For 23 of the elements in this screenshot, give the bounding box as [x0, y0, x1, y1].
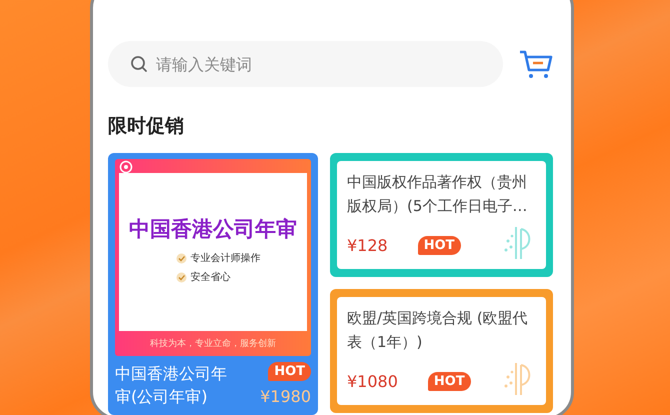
banner-slogan: 科技为本，专业立命，服务创新	[149, 338, 277, 351]
product-price: ¥1080	[347, 372, 398, 391]
check-icon	[176, 252, 186, 264]
search-icon	[130, 55, 148, 73]
banner-point: 安全省心	[190, 270, 230, 284]
product-price: ¥1980	[260, 387, 311, 406]
product-card[interactable]: 中国香港公司年审 专业会计师操作 安全省心 科技为本，专业立命，服务创新 中国香港公司年审(公司年审) HOT ¥1980	[108, 153, 318, 415]
product-card[interactable]: 欧盟/英国跨境合规 (欧盟代表（1年）) ¥1080 HOT	[330, 289, 553, 413]
section-title: 限时促销	[108, 114, 185, 139]
product-card[interactable]: 中国版权作品著作权（贵州版权局）(5个工作日电子… ¥128 HOT	[330, 153, 553, 277]
banner-headline: 中国香港公司年审	[129, 216, 297, 243]
hot-badge: HOT	[428, 372, 471, 391]
hot-badge: HOT	[268, 362, 311, 381]
product-price: ¥128	[347, 236, 388, 255]
logo-icon	[119, 160, 133, 174]
banner-point: 专业会计师操作	[190, 252, 260, 265]
product-title: 中国香港公司年审(公司年审)	[115, 363, 228, 408]
hot-badge: HOT	[418, 236, 461, 255]
search-field[interactable]: 请输入关键词	[108, 41, 503, 87]
product-title: 中国版权作品著作权（贵州版权局）(5个工作日电子…	[347, 172, 528, 217]
cart-icon[interactable]	[519, 49, 553, 79]
product-title: 欧盟/英国跨境合规 (欧盟代表（1年）)	[347, 308, 529, 353]
check-icon	[176, 272, 186, 282]
